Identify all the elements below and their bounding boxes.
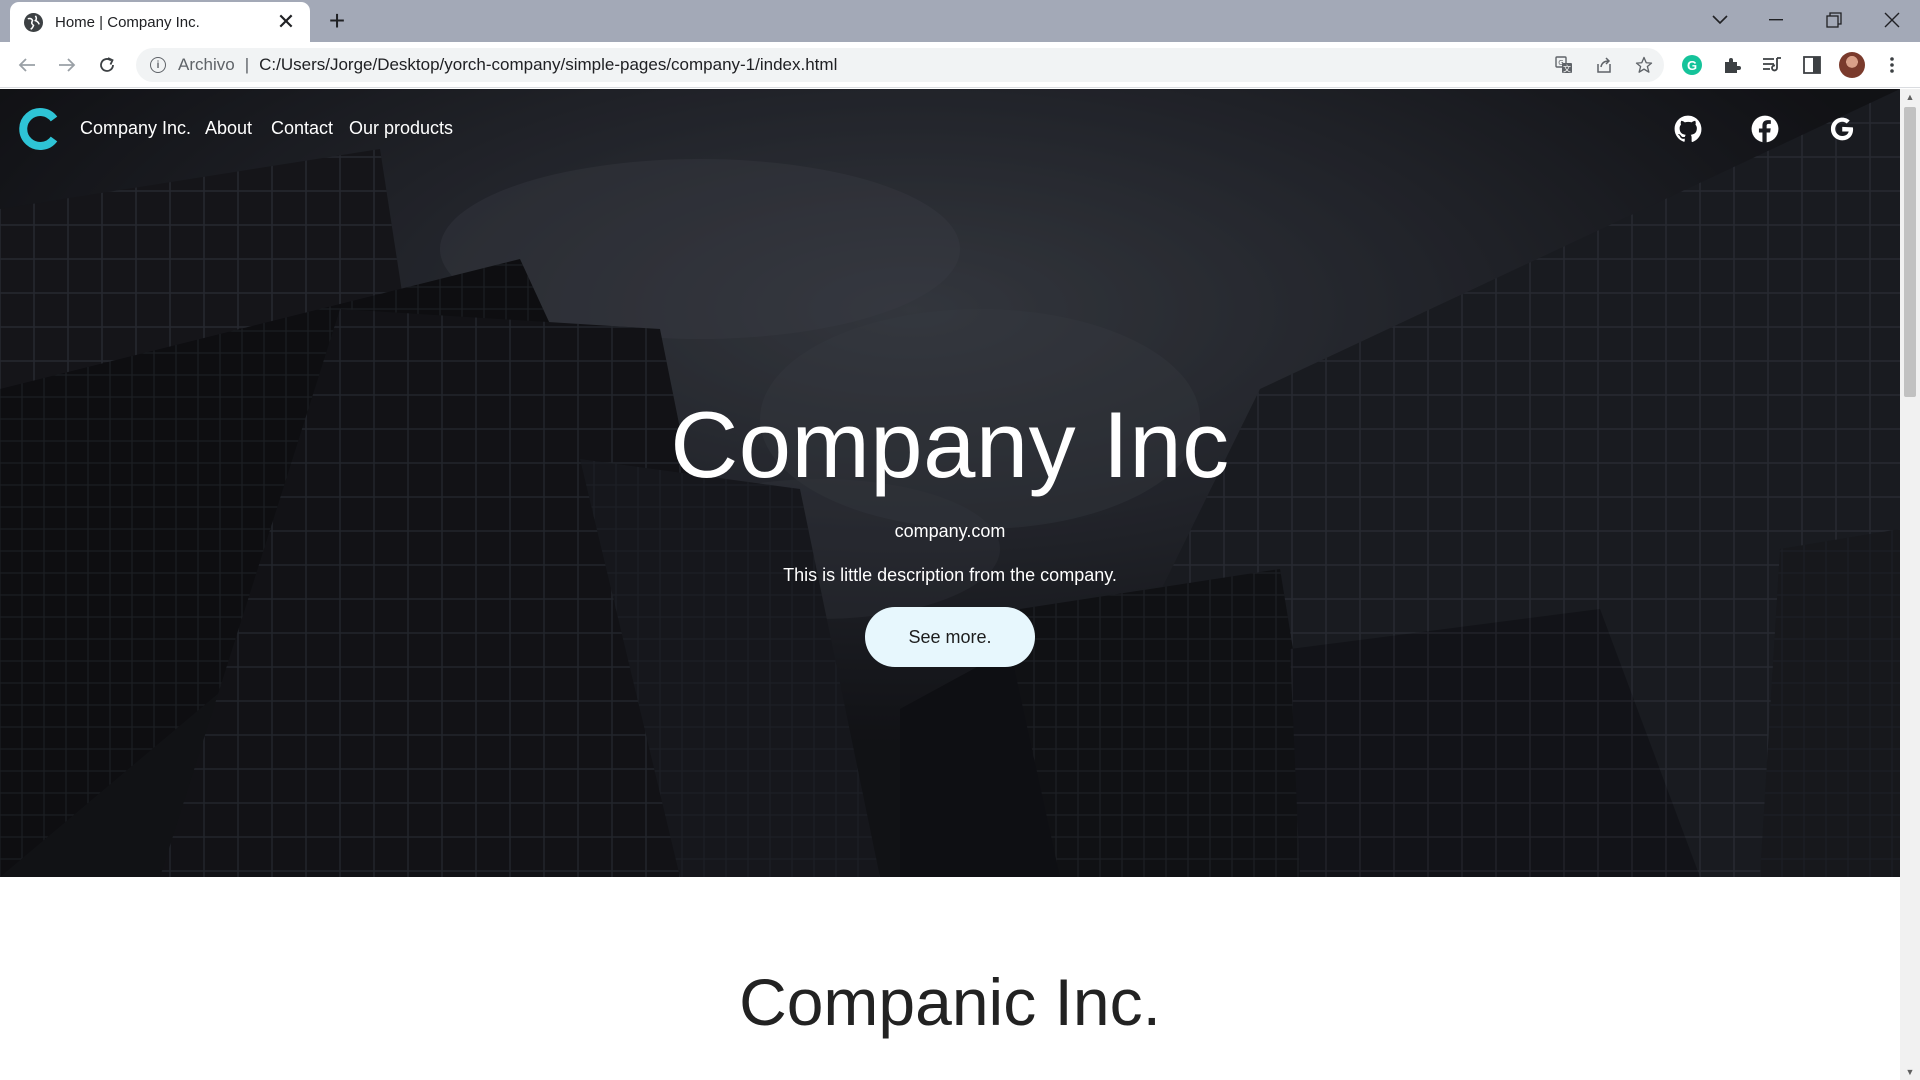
nav-products-link[interactable]: Our products	[349, 118, 453, 139]
back-icon[interactable]	[10, 48, 44, 82]
nav-contact-link[interactable]: Contact	[271, 118, 333, 139]
menu-icon[interactable]	[1876, 50, 1908, 80]
google-icon[interactable]	[1828, 115, 1856, 143]
side-panel-icon[interactable]	[1796, 50, 1828, 80]
minimize-icon[interactable]	[1756, 4, 1796, 36]
github-icon[interactable]	[1674, 115, 1702, 143]
grammarly-icon[interactable]: G	[1676, 50, 1708, 80]
tab-search-icon[interactable]	[1700, 4, 1740, 36]
nav-about-link[interactable]: About	[205, 118, 252, 139]
address-bar[interactable]: i Archivo | C:/Users/Jorge/Desktop/yorch…	[136, 48, 1664, 82]
restore-icon[interactable]	[1814, 4, 1854, 36]
company-logo-icon[interactable]	[18, 107, 62, 151]
section-title: Companic Inc.	[739, 965, 1161, 1039]
address-separator: |	[244, 55, 250, 74]
hero-section: Company Inc. About Contact Our products …	[0, 89, 1900, 877]
star-icon[interactable]	[1624, 48, 1664, 82]
facebook-icon[interactable]	[1751, 115, 1779, 143]
scroll-up-arrow-icon[interactable]: ▲	[1900, 89, 1920, 105]
url-text[interactable]: C:/Users/Jorge/Desktop/yorch-company/sim…	[259, 55, 1544, 75]
reading-list-icon[interactable]	[1756, 50, 1788, 80]
translate-icon[interactable]: 文G	[1544, 48, 1584, 82]
globe-icon	[24, 12, 43, 32]
profile-avatar[interactable]	[1836, 50, 1868, 80]
new-tab-button[interactable]: +	[322, 5, 352, 36]
reload-icon[interactable]	[90, 48, 124, 82]
address-scheme: Archivo	[178, 55, 235, 74]
svg-text:G: G	[1558, 59, 1563, 67]
scroll-down-arrow-icon[interactable]: ▼	[1900, 1064, 1920, 1080]
nav-brand-link[interactable]: Company Inc.	[80, 118, 191, 139]
page-scrollbar[interactable]: ▲ ▼	[1900, 89, 1920, 1080]
info-icon[interactable]: i	[150, 57, 166, 73]
scrollbar-thumb[interactable]	[1904, 107, 1916, 397]
browser-tab-strip: Home | Company Inc. ✕ +	[0, 0, 1920, 42]
extensions-icon[interactable]	[1716, 50, 1748, 80]
forward-icon[interactable]	[50, 48, 84, 82]
site-navbar: Company Inc. About Contact Our products	[0, 89, 1900, 169]
svg-text:文: 文	[1563, 64, 1571, 74]
page-viewport: Company Inc. About Contact Our products …	[0, 89, 1900, 1080]
hero-domain: company.com	[894, 521, 1006, 541]
browser-toolbar: i Archivo | C:/Users/Jorge/Desktop/yorch…	[0, 42, 1920, 88]
hero-title: Company Inc	[670, 392, 1230, 497]
tab-close-icon[interactable]: ✕	[274, 11, 298, 33]
browser-tab[interactable]: Home | Company Inc. ✕	[10, 2, 310, 42]
share-icon[interactable]	[1584, 48, 1624, 82]
tab-title: Home | Company Inc.	[55, 13, 200, 31]
see-more-button[interactable]: See more.	[865, 607, 1035, 667]
close-window-icon[interactable]	[1872, 4, 1912, 36]
hero-description: This is little description from the comp…	[783, 565, 1117, 585]
